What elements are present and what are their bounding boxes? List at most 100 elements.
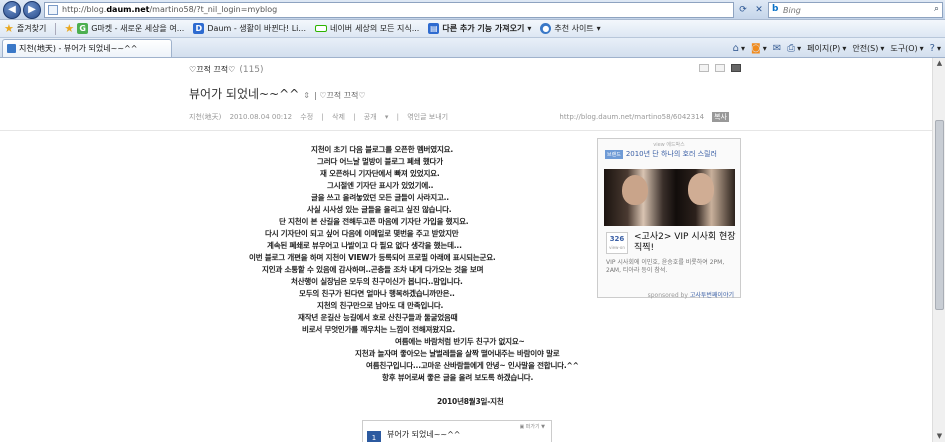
suggested-sites-icon: ● [540, 23, 552, 34]
body-line: 지천의 친구만으로 남아도 대 만족입니다. [317, 301, 444, 310]
body-line: 단 지천이 본 산길을 전해두고픈 마음에 기자단 가입을 했지요. [279, 217, 469, 226]
bing-icon: b [772, 4, 779, 14]
summary-view-icon[interactable] [715, 64, 725, 72]
post-author[interactable]: 지천(地天) [189, 113, 221, 121]
body-line: 계속된 폐쇄로 뷰우어고 나발이고 다 필요 없다 생각을 했는데... [267, 241, 462, 250]
ad-title[interactable]: <고사2> VIP 시사회 현장 직찍! [634, 232, 738, 254]
home-button[interactable]: ⌂ ▾ [733, 43, 745, 54]
search-input[interactable] [783, 4, 923, 16]
tab-current[interactable]: 지천(地天) - 뷰어가 되었네~~^^ [2, 39, 172, 57]
delete-link[interactable]: 삭제 [332, 113, 345, 121]
post-category[interactable]: | ♡끄적 끄적♡ [314, 90, 366, 101]
tab-bar: 지천(地天) - 뷰어가 되었네~~^^ ⌂ ▾ ◙ ▾ ✉ ⎙ ▾ 페이지(P) ▾ … [0, 38, 945, 58]
tools-menu[interactable]: 도구(O) ▾ [890, 43, 923, 54]
body-line: 지인과 소통할 수 있음에 감사하며..곤충들 조차 내게 다가오는 것을 보며 [262, 265, 484, 274]
ad-label: view 에드박스 [653, 142, 685, 148]
body-line: 이번 블로그 개편을 하며 지천이 VIEW가 등록되어 프로필 아래에 표시되… [249, 253, 496, 262]
full-view-icon[interactable] [731, 64, 741, 72]
card-title: 뷰어가 되었네~~^^ [387, 430, 461, 439]
daum-icon: D [193, 23, 205, 34]
rss-icon: ◙ [751, 42, 761, 54]
divider [0, 130, 932, 131]
view-ad-box[interactable]: view 에드박스 브랜드 2010년 단 하나의 호러 스릴러 326 view… [597, 138, 741, 299]
pin-icon: ⇕ [303, 91, 310, 100]
tab-page-icon [7, 44, 16, 53]
ad-sponsor: sponsored by 고사투번째이야기 [647, 292, 734, 299]
forward-button[interactable]: ▶ [23, 1, 41, 19]
ad-tag: 브랜드 [605, 149, 623, 159]
search-icon[interactable]: ⌕ [934, 4, 939, 14]
scrap-button[interactable]: ▣ 퍼가기 ▼ [519, 423, 545, 430]
body-line: 사실 시사성 있는 글들을 올리고 싶진 않습니다. [307, 205, 452, 214]
favorite-gmarket[interactable]: ★ G G마켓 - 새로운 세상을 여... [64, 23, 184, 34]
body-line: 여름친구입니다...고마운 산바람들에게 안녕~ 인사말을 전합니다.^^ [366, 361, 579, 370]
refresh-icon[interactable]: ⟳ [736, 2, 750, 18]
naver-icon [315, 25, 328, 32]
favorite-naver[interactable]: 네이버 세상의 모든 지식... [315, 23, 419, 34]
feeds-button[interactable]: ◙ ▾ [751, 43, 767, 54]
page-content: ♡끄적 끄적♡ (115) 뷰어가 되었네~~^^ ⇕ | ♡끄적 끄적♡ 지천(… [0, 58, 932, 442]
copy-url-button[interactable]: 복사 [712, 112, 729, 122]
permalink: http://blog.daum.net/martino58/6042314 복사 [559, 112, 729, 122]
address-bar: ◀ ▶ http://blog.daum.net/martino58/?t_ni… [0, 0, 945, 20]
body-line: 지천과 놀자며 좋아오는 날벌레들을 살짝 떨어내주는 바람이야 말로 [355, 349, 560, 358]
body-line: 글을 쓰고 올려놓았던 모든 글들이 사라지고.. [311, 193, 449, 202]
mail-button[interactable]: ✉ [773, 43, 781, 54]
vertical-scrollbar[interactable]: ▲ ▼ [932, 58, 945, 442]
stop-icon[interactable]: ✕ [752, 2, 766, 18]
url-field[interactable]: http://blog.daum.net/martino58/?t_nil_lo… [44, 2, 734, 18]
body-line: 그시절엔 기자단 표시가 있었기에.. [327, 181, 434, 190]
post-count: (115) [239, 65, 264, 75]
blog-header: ♡끄적 끄적♡ (115) [189, 64, 741, 78]
body-line: 비로서 무엇인가를 깨우치는 느낌이 전해져왔지요. [302, 325, 455, 334]
scroll-up-icon[interactable]: ▲ [935, 59, 944, 68]
body-line: 재작년 운길산 능길에서 호로 산친구들과 둘굴었음때 [298, 313, 458, 322]
post-title-row: 뷰어가 되었네~~^^ ⇕ | ♡끄적 끄적♡ [189, 85, 366, 103]
post-meta: 지천(地天) 2010.08.04 00:12 수정 | 삭제 | 공개 ▾ |… [189, 112, 741, 124]
scroll-down-icon[interactable]: ▼ [935, 432, 944, 441]
page-menu[interactable]: 페이지(P) ▾ [807, 43, 846, 54]
body-line: 여름에는 바람처럼 반기두 친구가 없지요~ [395, 337, 525, 346]
get-addons-button[interactable]: ▤ 다른 추가 기능 가져오기 ▾ [428, 23, 531, 34]
body-line: 2010년8월3일-지천 [437, 397, 504, 406]
edit-link[interactable]: 수정 [300, 113, 313, 121]
body-line: 항후 뷰어로써 좋은 글을 올려 보도록 하겠습니다. [382, 373, 534, 382]
post-title: 뷰어가 되었네~~^^ [189, 87, 300, 101]
page-icon [48, 5, 58, 15]
help-button[interactable]: ? ▾ [930, 43, 941, 54]
home-icon: ⌂ [732, 42, 740, 54]
add-favorite-icon: ★ [64, 22, 75, 35]
print-button[interactable]: ⎙ ▾ [787, 43, 801, 54]
print-icon: ⎙ [787, 42, 796, 54]
visibility-dropdown[interactable]: 공개 ▾ [364, 113, 389, 121]
ad-headline[interactable]: 브랜드 2010년 단 하나의 호러 스릴러 [605, 149, 717, 159]
favorite-daum[interactable]: D Daum - 생활이 바뀐다! Li... [193, 23, 306, 34]
view-mode-switcher [699, 64, 741, 72]
forward-arrow-icon: ▶ [28, 4, 36, 15]
safety-menu[interactable]: 안전(S) ▾ [852, 43, 884, 54]
list-view-icon[interactable] [699, 64, 709, 72]
blog-name[interactable]: ♡끄적 끄적♡ [189, 65, 235, 74]
post-scrap-card: 1 뷰어가 되었네~~^^ ▣ 퍼가기 ▼ [362, 420, 552, 442]
chevron-down-icon: ▾ [596, 24, 601, 33]
view-count-badge: 326 view-on [606, 232, 628, 254]
body-line: 그러다 어느날 멀방이 블로그 폐쇄 했다가 [317, 157, 443, 166]
ad-image[interactable] [604, 169, 735, 226]
body-line: 재 오픈하니 기자단에서 빠져 있었지요. [320, 169, 440, 178]
favorites-star-icon: ★ [4, 22, 14, 35]
body-line: 처산행이 실장님은 모두의 친구이신가 봅니다..맘입니다. [291, 277, 463, 286]
post-date: 2010.08.04 00:12 [229, 113, 293, 121]
gmarket-icon: G [77, 23, 89, 34]
favorites-button[interactable]: ★ 즐겨찾기 [4, 23, 46, 34]
ad-description: VIP 시사회에 이민호, 윤승호를 비롯하여 2PM, 2AM, 티아라 등이… [606, 259, 725, 274]
body-line: 지천이 초기 다음 블로그를 오픈한 멤버였지요. [311, 145, 454, 154]
mail-icon: ✉ [772, 42, 782, 54]
search-box[interactable]: b ⌕ [768, 2, 943, 18]
trackback-link[interactable]: 엮인글 보내기 [407, 113, 448, 121]
body-line: 모두의 친구가 된다면 얼마나 행복하겠습니까만은.. [299, 289, 455, 298]
addon-icon: ▤ [428, 23, 440, 34]
chevron-down-icon: ▾ [527, 24, 532, 33]
back-button[interactable]: ◀ [3, 1, 21, 19]
scroll-thumb[interactable] [935, 120, 944, 310]
suggested-sites-button[interactable]: ● 추천 사이트 ▾ [540, 23, 601, 34]
